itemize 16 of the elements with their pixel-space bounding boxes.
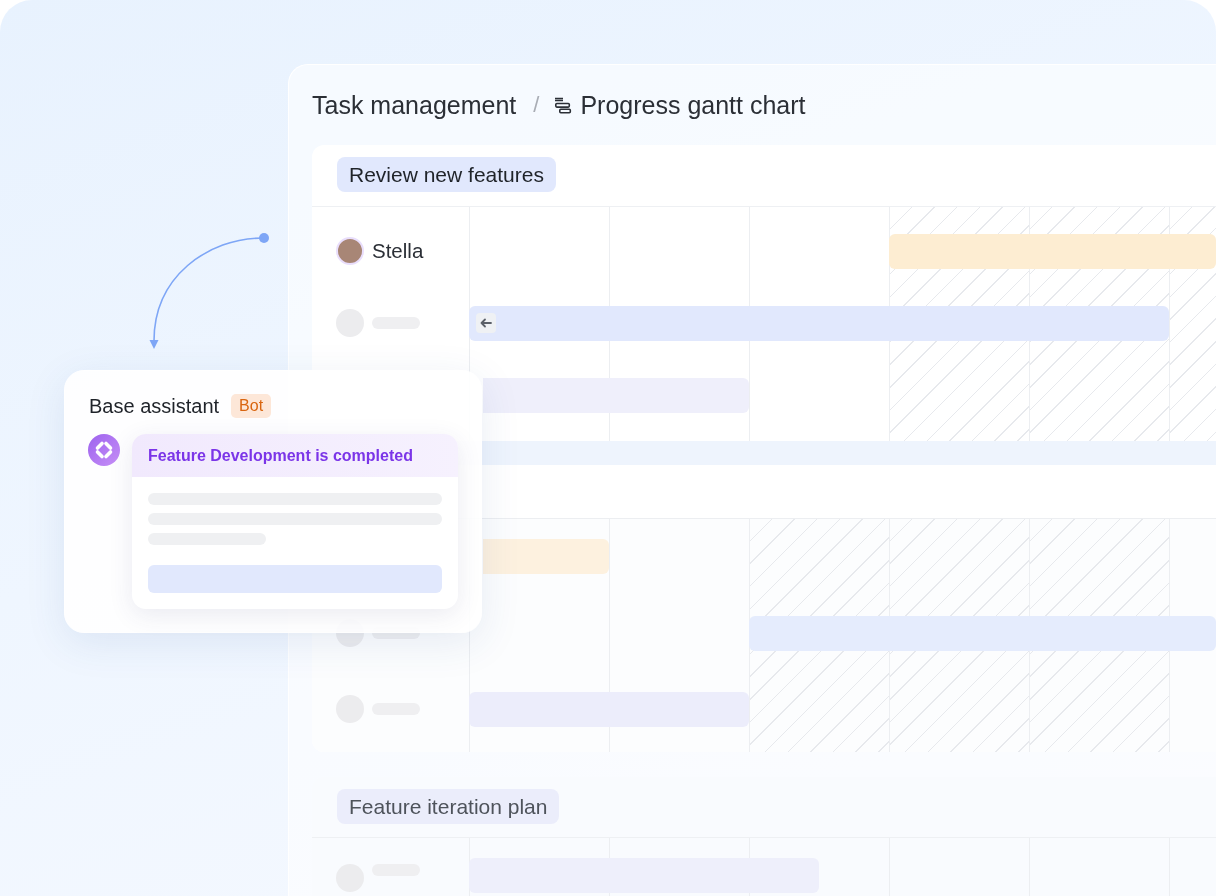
task-bar[interactable] [483, 538, 609, 574]
page-title: Progress gantt chart [580, 90, 806, 120]
task-bar[interactable] [469, 305, 1169, 341]
avatar [336, 237, 364, 265]
message-title: Feature Development is completed [132, 434, 458, 477]
group-title: Feature iteration plan [337, 789, 560, 824]
assignee-name: Stella [372, 239, 424, 263]
bot-tag: Bot [231, 394, 272, 418]
assistant-name: Base assistant [89, 394, 220, 418]
task-bar[interactable] [483, 377, 749, 413]
task-bar[interactable] [889, 233, 1216, 269]
breadcrumb-link[interactable]: Task management [312, 90, 517, 120]
arrow-left-icon [476, 313, 496, 333]
breadcrumb-separator: / [533, 92, 540, 118]
group-title: Review new features [337, 157, 556, 192]
gantt-chart-icon [554, 96, 573, 114]
